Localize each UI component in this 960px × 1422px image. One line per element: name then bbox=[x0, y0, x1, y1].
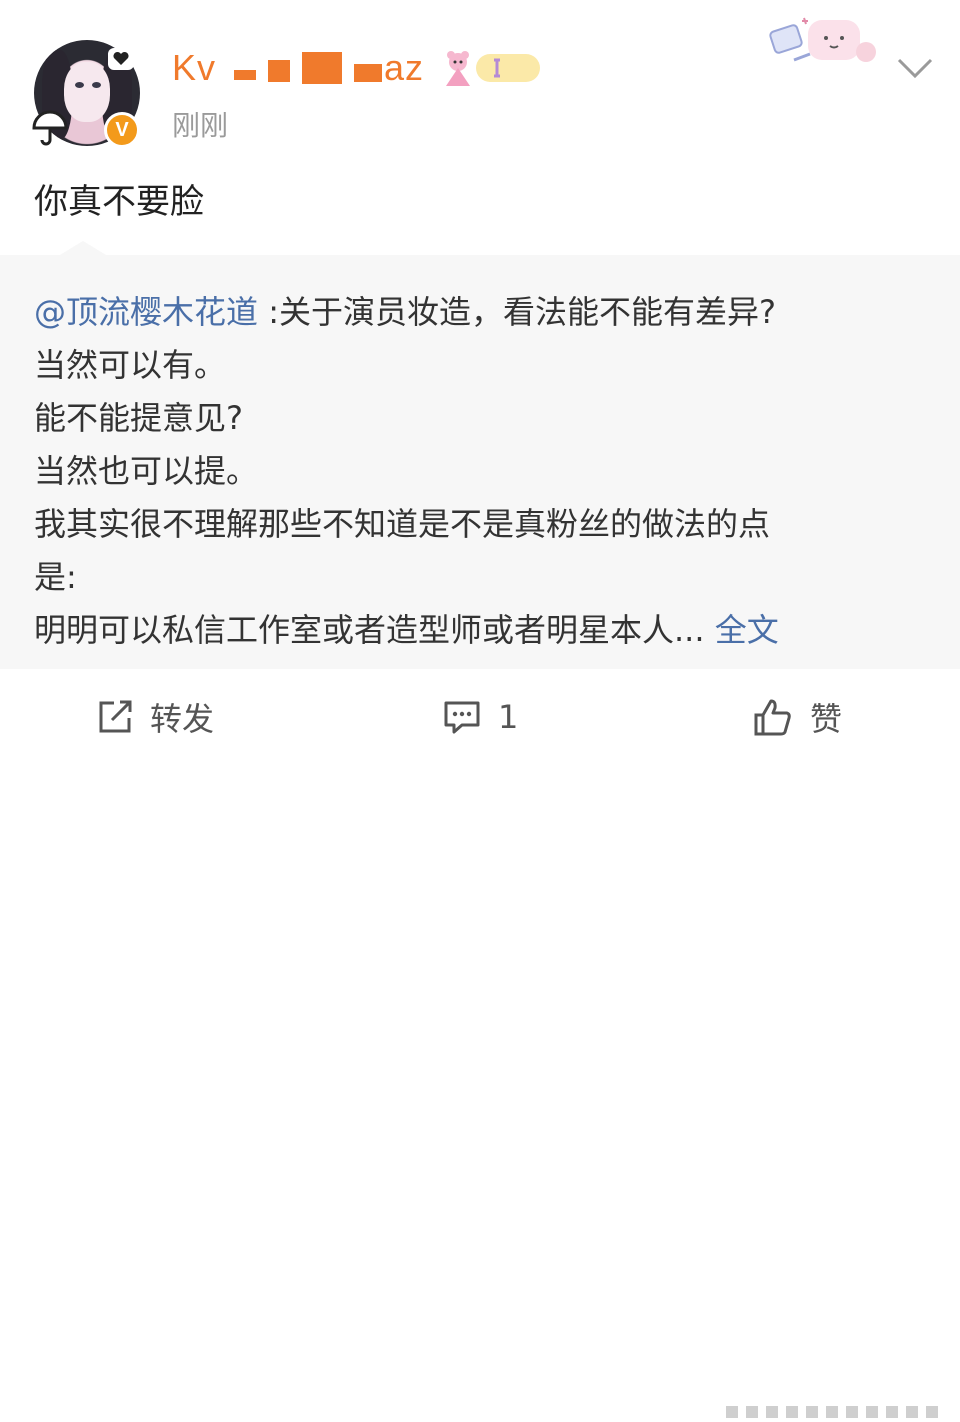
mention-link[interactable]: @顶流樱木花道 bbox=[34, 293, 258, 331]
username-end: az bbox=[384, 47, 425, 88]
repost-label: 转发 bbox=[150, 700, 215, 738]
repost-line-text: 明明可以私信工作室或者造型师或者明星本人... bbox=[34, 611, 715, 649]
avatar-eye bbox=[75, 82, 84, 88]
repost-button[interactable]: 转发 bbox=[96, 697, 215, 738]
username[interactable]: Kv az bbox=[172, 47, 425, 88]
umbrella-icon bbox=[32, 110, 68, 146]
chevron-down-icon[interactable] bbox=[896, 56, 934, 80]
redaction-block bbox=[268, 60, 291, 82]
action-bar: 转发 1 赞 bbox=[0, 669, 960, 1422]
comment-count: 1 bbox=[498, 698, 519, 736]
repost-line: 能不能提意见? bbox=[34, 399, 243, 437]
username-start: Kv bbox=[172, 47, 217, 88]
repost-line: 当然可以有。 bbox=[34, 346, 227, 384]
post-text: 你真不要脸 bbox=[34, 182, 204, 222]
verified-badge: V bbox=[104, 112, 140, 148]
repost-line-text: :关于演员妆造，看法能不能有差异? bbox=[258, 293, 776, 331]
timestamp: 刚刚 bbox=[172, 109, 229, 142]
user-tag-icon bbox=[446, 51, 540, 86]
repost-line: 明明可以私信工作室或者造型师或者明星本人... 全文 bbox=[34, 604, 934, 657]
repost-icon bbox=[99, 700, 132, 733]
repost-text: @顶流樱木花道 :关于演员妆造，看法能不能有差异? 当然可以有。 能不能提意见?… bbox=[34, 286, 934, 657]
redaction-block bbox=[302, 52, 343, 84]
deco-sticker-icon bbox=[769, 17, 876, 62]
redaction-block bbox=[234, 70, 257, 80]
avatar-face bbox=[64, 62, 110, 122]
watermark-overlay bbox=[722, 1402, 954, 1422]
full-text-link[interactable]: 全文 bbox=[715, 611, 779, 649]
like-button[interactable]: 赞 bbox=[752, 697, 843, 738]
repost-line: @顶流樱木花道 :关于演员妆造，看法能不能有差异? bbox=[34, 286, 934, 339]
heart-dot-icon bbox=[108, 48, 134, 70]
comment-button[interactable]: 1 bbox=[442, 697, 518, 737]
repost-line: 是: bbox=[34, 558, 77, 596]
avatar-eye bbox=[92, 82, 101, 88]
repost-caret bbox=[60, 241, 106, 269]
like-label: 赞 bbox=[810, 700, 843, 738]
repost-line: 我其实很不理解那些不知道是不是真粉丝的做法的点 bbox=[34, 505, 771, 543]
comment-icon bbox=[444, 701, 480, 734]
post-header: V Kv az 刚刚 你真不要脸 bbox=[0, 0, 960, 255]
repost-line: 当然也可以提。 bbox=[34, 452, 259, 490]
redaction-block bbox=[354, 64, 383, 82]
like-icon bbox=[754, 699, 791, 736]
